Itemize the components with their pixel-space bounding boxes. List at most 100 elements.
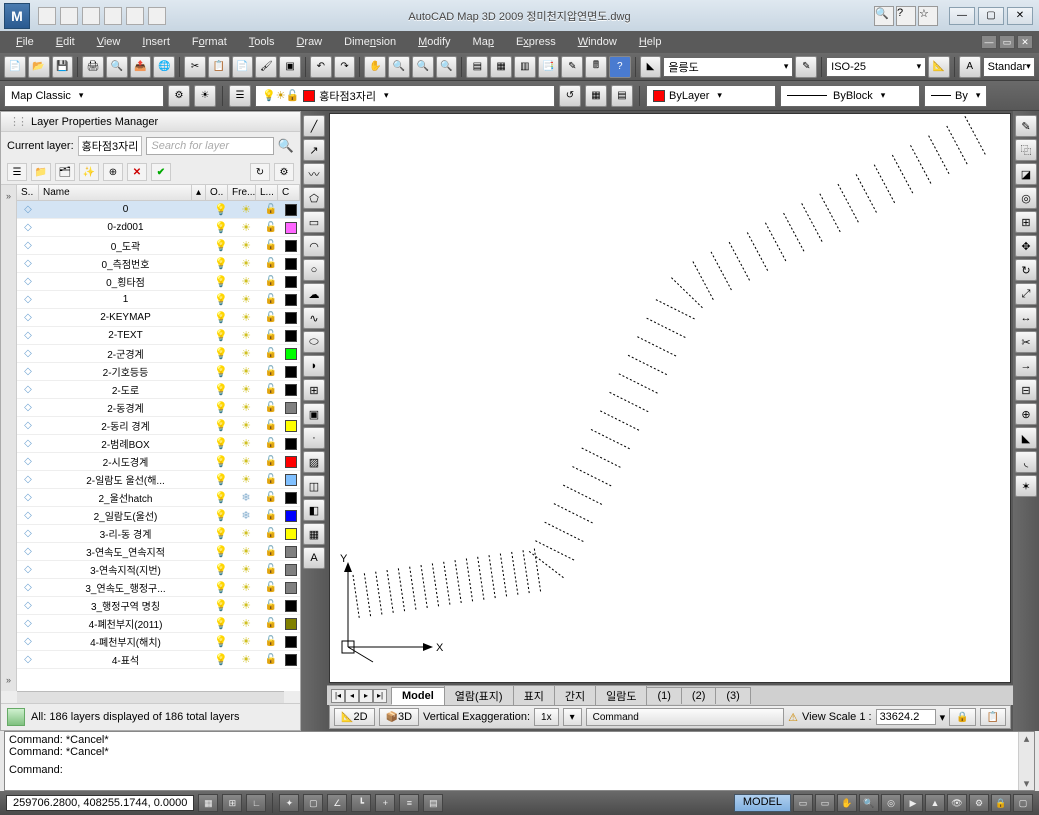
bulb-icon[interactable]: 💡 [210, 545, 232, 558]
offset-icon[interactable]: ◎ [1015, 187, 1037, 209]
workspace-dropdown[interactable]: Map Classic [4, 85, 164, 107]
array-icon[interactable]: ⊞ [1015, 211, 1037, 233]
tstyle-icon[interactable]: A [959, 56, 981, 78]
menu-help[interactable]: Help [629, 33, 672, 51]
ws-tool-icon[interactable]: ☀ [194, 85, 216, 107]
menu-map[interactable]: Map [463, 33, 504, 51]
ve-value[interactable]: 1x [534, 708, 559, 726]
table-row[interactable]: ◇2-TEXT💡☀🔓 [17, 327, 300, 345]
extend-icon[interactable]: → [1015, 355, 1037, 377]
color-swatch[interactable] [282, 330, 300, 342]
layer-name[interactable]: 2-동경계 [39, 400, 210, 415]
chamfer-icon[interactable]: ◣ [1015, 427, 1037, 449]
textstyle-dropdown[interactable]: Standar [983, 57, 1036, 77]
qat-save-icon[interactable] [82, 7, 100, 25]
layer-name[interactable]: 4-폐천부지(2011) [39, 616, 210, 631]
color-swatch[interactable] [282, 366, 300, 378]
linetype-dropdown[interactable]: ByBlock [780, 85, 920, 107]
color-swatch[interactable] [282, 582, 300, 594]
layer-name[interactable]: 3-리-동 경계 [39, 526, 210, 541]
lock-scale-icon[interactable]: 🔒 [949, 708, 975, 726]
color-swatch[interactable] [282, 456, 300, 468]
menu-draw[interactable]: Draw [286, 33, 332, 51]
layer-mgr-icon[interactable]: ☰ [229, 85, 251, 107]
open-icon[interactable]: 📂 [28, 56, 50, 78]
bulb-icon[interactable]: 💡 [210, 401, 232, 414]
lock-icon[interactable]: 🔓 [260, 528, 282, 539]
steering-icon[interactable]: ◎ [881, 794, 901, 812]
table-row[interactable]: ◇0-zd001💡☀🔓 [17, 219, 300, 237]
menu-file[interactable]: FFileile [6, 33, 44, 51]
col-color[interactable]: C [278, 185, 300, 200]
table-row[interactable]: ◇2-동경계💡☀🔓 [17, 399, 300, 417]
freeze-icon[interactable]: ☀ [232, 293, 260, 306]
qat-undo-icon[interactable] [104, 7, 122, 25]
bulb-icon[interactable]: 💡 [210, 581, 232, 594]
color-swatch[interactable] [282, 510, 300, 522]
command-box[interactable]: Command [586, 708, 785, 726]
table-row[interactable]: ◇4-폐천부지(해치)💡☀🔓 [17, 633, 300, 651]
layer-color-icon[interactable]: ◣ [640, 56, 662, 78]
circle-icon[interactable]: ○ [303, 259, 325, 281]
table-row[interactable]: ◇4-표석💡☀🔓 [17, 651, 300, 669]
gradient-icon[interactable]: ◫ [303, 475, 325, 497]
layer-name[interactable]: 2-TEXT [39, 330, 210, 341]
freeze-icon[interactable]: ☀ [232, 239, 260, 252]
table-row[interactable]: ◇0_측점번호💡☀🔓 [17, 255, 300, 273]
new-icon[interactable]: 📄 [4, 56, 26, 78]
color-swatch[interactable] [282, 528, 300, 540]
dcenc-icon[interactable]: ▦ [490, 56, 512, 78]
color-swatch[interactable] [282, 384, 300, 396]
minimize-button[interactable]: — [949, 7, 975, 25]
ellipsearc-icon[interactable]: ◗ [303, 355, 325, 377]
menu-window[interactable]: Window [568, 33, 627, 51]
bulb-icon[interactable]: 💡 [210, 635, 232, 648]
erase-icon[interactable]: ✎ [1015, 115, 1037, 137]
blockeditor-icon[interactable]: ▣ [279, 56, 301, 78]
toolpal-icon[interactable]: ▥ [514, 56, 536, 78]
color-swatch[interactable] [282, 474, 300, 486]
table-row[interactable]: ◇2_울선hatch💡❄🔓 [17, 489, 300, 507]
panel-header[interactable]: ⋮⋮ Layer Properties Manager [1, 112, 300, 132]
lock-icon[interactable]: 🔓 [260, 258, 282, 269]
chevron-right-icon[interactable]: » [6, 191, 11, 201]
new-layer-vp-icon[interactable]: ⊕ [103, 163, 123, 181]
menu-view[interactable]: View [87, 33, 131, 51]
vp-sync-icon[interactable]: 📋 [980, 708, 1006, 726]
layer-iso-icon[interactable]: ▦ [585, 85, 607, 107]
fillet-icon[interactable]: ◟ [1015, 451, 1037, 473]
freeze-icon[interactable]: ☀ [232, 473, 260, 486]
chevron-right-icon[interactable]: » [6, 675, 11, 685]
layer-prev-icon[interactable]: ↺ [559, 85, 581, 107]
polar-icon[interactable]: ✦ [279, 794, 299, 812]
properties-icon[interactable]: ▤ [466, 56, 488, 78]
rotate-icon[interactable]: ↻ [1015, 259, 1037, 281]
mdi-minimize-button[interactable]: — [981, 35, 997, 49]
arc-icon[interactable]: ◠ [303, 235, 325, 257]
command-line[interactable]: Command: *Cancel* Command: *Cancel* Comm… [4, 731, 1035, 791]
matchprop-icon[interactable]: 🖌 [255, 56, 277, 78]
model-button[interactable]: MODEL [734, 794, 791, 812]
color-swatch[interactable] [282, 240, 300, 252]
freeze-icon[interactable]: ☀ [232, 437, 260, 450]
bulb-icon[interactable]: 💡 [210, 203, 232, 216]
tab-layout-1[interactable]: 열람(표지) [444, 685, 514, 706]
table-row[interactable]: ◇4-폐천부지(2011)💡☀🔓 [17, 615, 300, 633]
table-row[interactable]: ◇2-군경계💡☀🔓 [17, 345, 300, 363]
viewscale-dropdown-icon[interactable]: ▾ [940, 711, 946, 724]
3ddwf-icon[interactable]: 🌐 [153, 56, 175, 78]
mtext-icon[interactable]: A [303, 547, 325, 569]
layer-tool-icon[interactable]: ✎ [795, 56, 817, 78]
layer-name[interactable]: 2_울선hatch [39, 490, 210, 505]
table-row[interactable]: ◇3-연속지적(지번)💡☀🔓 [17, 561, 300, 579]
table-row[interactable]: ◇2-범례BOX💡☀🔓 [17, 435, 300, 453]
bulb-icon[interactable]: 💡 [210, 383, 232, 396]
layer-name[interactable]: 2-시도경계 [39, 454, 210, 469]
lock-icon[interactable]: 🔓 [260, 582, 282, 593]
tab-first-icon[interactable]: |◂ [331, 689, 345, 703]
tab-layout-3[interactable]: 간지 [554, 685, 596, 706]
tab-last-icon[interactable]: ▸| [373, 689, 387, 703]
snap-icon[interactable]: ▦ [198, 794, 218, 812]
color-swatch[interactable] [282, 258, 300, 270]
layer-name[interactable]: 2-일람도 울선(해... [39, 472, 210, 487]
